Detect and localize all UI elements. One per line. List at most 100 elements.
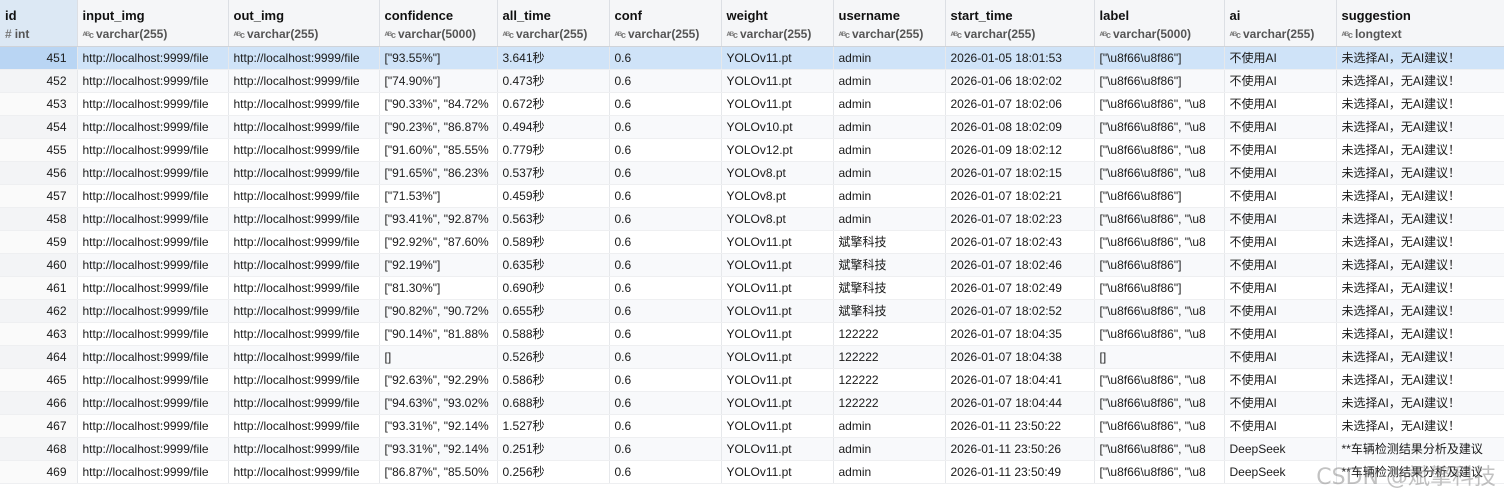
cell-suggestion[interactable]: 未选择AI，无AI建议！ xyxy=(1336,161,1504,185)
cell-confidence[interactable]: ["71.53%"] xyxy=(379,184,498,208)
cell-ai[interactable]: 不使用AI xyxy=(1224,138,1337,162)
cell-ai[interactable]: 不使用AI xyxy=(1224,391,1337,415)
cell-id[interactable]: 468 xyxy=(0,437,78,461)
cell-out-img[interactable]: http://localhost:9999/file xyxy=(228,138,380,162)
cell-conf[interactable]: 0.6 xyxy=(609,161,722,185)
cell-conf[interactable]: 0.6 xyxy=(609,437,722,461)
cell-weight[interactable]: YOLOv8.pt xyxy=(721,161,834,185)
cell-ai[interactable]: DeepSeek xyxy=(1224,460,1337,484)
cell-username[interactable]: admin xyxy=(833,115,946,139)
cell-username[interactable]: 122222 xyxy=(833,322,946,346)
cell-input-img[interactable]: http://localhost:9999/file xyxy=(77,69,229,93)
column-header-all-time[interactable]: all_time ᴬᴮc varchar(255) xyxy=(497,0,610,47)
cell-id[interactable]: 456 xyxy=(0,161,78,185)
cell-all-time[interactable]: 0.672秒 xyxy=(497,92,610,116)
cell-input-img[interactable]: http://localhost:9999/file xyxy=(77,184,229,208)
cell-label[interactable]: ["\u8f66\u8f86", "\u8 xyxy=(1094,368,1225,392)
cell-label[interactable]: ["\u8f66\u8f86"] xyxy=(1094,276,1225,300)
cell-username[interactable]: admin xyxy=(833,437,946,461)
column-header-ai[interactable]: ai ᴬᴮc varchar(255) xyxy=(1224,0,1337,47)
cell-confidence[interactable]: ["90.23%", "86.87% xyxy=(379,115,498,139)
cell-start-time[interactable]: 2026-01-09 18:02:12 xyxy=(945,138,1095,162)
cell-all-time[interactable]: 0.589秒 xyxy=(497,230,610,254)
cell-label[interactable]: ["\u8f66\u8f86"] xyxy=(1094,184,1225,208)
cell-start-time[interactable]: 2026-01-11 23:50:22 xyxy=(945,414,1095,438)
cell-start-time[interactable]: 2026-01-07 18:02:43 xyxy=(945,230,1095,254)
cell-id[interactable]: 465 xyxy=(0,368,78,392)
table-row[interactable]: 454 http://localhost:9999/file http://loca… xyxy=(0,115,1504,139)
cell-suggestion[interactable]: 未选择AI，无AI建议！ xyxy=(1336,391,1504,415)
column-header-out-img[interactable]: out_img ᴬᴮc varchar(255) xyxy=(228,0,380,47)
cell-out-img[interactable]: http://localhost:9999/file xyxy=(228,345,380,369)
cell-weight[interactable]: YOLOv11.pt xyxy=(721,299,834,323)
cell-label[interactable]: ["\u8f66\u8f86", "\u8 xyxy=(1094,230,1225,254)
cell-conf[interactable]: 0.6 xyxy=(609,69,722,93)
table-row[interactable]: 456 http://localhost:9999/file http://loca… xyxy=(0,161,1504,185)
cell-suggestion[interactable]: 未选择AI，无AI建议！ xyxy=(1336,322,1504,346)
cell-confidence[interactable]: ["93.31%", "92.14% xyxy=(379,437,498,461)
cell-username[interactable]: admin xyxy=(833,161,946,185)
table-row[interactable]: 468 http://localhost:9999/file http://loca… xyxy=(0,437,1504,461)
cell-suggestion[interactable]: 未选择AI，无AI建议！ xyxy=(1336,414,1504,438)
cell-label[interactable]: ["\u8f66\u8f86", "\u8 xyxy=(1094,414,1225,438)
cell-weight[interactable]: YOLOv11.pt xyxy=(721,92,834,116)
cell-confidence[interactable]: ["74.90%"] xyxy=(379,69,498,93)
cell-all-time[interactable]: 0.256秒 xyxy=(497,460,610,484)
cell-all-time[interactable]: 0.779秒 xyxy=(497,138,610,162)
cell-weight[interactable]: YOLOv11.pt xyxy=(721,46,834,70)
cell-label[interactable]: ["\u8f66\u8f86", "\u8 xyxy=(1094,138,1225,162)
cell-ai[interactable]: 不使用AI xyxy=(1224,92,1337,116)
cell-ai[interactable]: 不使用AI xyxy=(1224,207,1337,231)
cell-confidence[interactable]: ["93.31%", "92.14% xyxy=(379,414,498,438)
cell-input-img[interactable]: http://localhost:9999/file xyxy=(77,345,229,369)
cell-username[interactable]: admin xyxy=(833,207,946,231)
cell-out-img[interactable]: http://localhost:9999/file xyxy=(228,207,380,231)
cell-id[interactable]: 469 xyxy=(0,460,78,484)
cell-ai[interactable]: 不使用AI xyxy=(1224,414,1337,438)
cell-ai[interactable]: 不使用AI xyxy=(1224,276,1337,300)
cell-start-time[interactable]: 2026-01-06 18:02:02 xyxy=(945,69,1095,93)
cell-suggestion[interactable]: 未选择AI，无AI建议！ xyxy=(1336,138,1504,162)
cell-label[interactable]: [] xyxy=(1094,345,1225,369)
table-row[interactable]: 453 http://localhost:9999/file http://loca… xyxy=(0,92,1504,116)
table-row[interactable]: 459 http://localhost:9999/file http://loca… xyxy=(0,230,1504,254)
cell-out-img[interactable]: http://localhost:9999/file xyxy=(228,230,380,254)
cell-input-img[interactable]: http://localhost:9999/file xyxy=(77,460,229,484)
cell-label[interactable]: ["\u8f66\u8f86"] xyxy=(1094,46,1225,70)
cell-ai[interactable]: DeepSeek xyxy=(1224,437,1337,461)
cell-conf[interactable]: 0.6 xyxy=(609,230,722,254)
cell-ai[interactable]: 不使用AI xyxy=(1224,230,1337,254)
cell-username[interactable]: admin xyxy=(833,92,946,116)
table-row[interactable]: 464 http://localhost:9999/file http://loca… xyxy=(0,345,1504,369)
cell-start-time[interactable]: 2026-01-07 18:02:06 xyxy=(945,92,1095,116)
cell-weight[interactable]: YOLOv11.pt xyxy=(721,437,834,461)
cell-out-img[interactable]: http://localhost:9999/file xyxy=(228,161,380,185)
cell-username[interactable]: admin xyxy=(833,46,946,70)
cell-weight[interactable]: YOLOv11.pt xyxy=(721,460,834,484)
cell-weight[interactable]: YOLOv11.pt xyxy=(721,322,834,346)
cell-id[interactable]: 457 xyxy=(0,184,78,208)
cell-ai[interactable]: 不使用AI xyxy=(1224,184,1337,208)
cell-weight[interactable]: YOLOv11.pt xyxy=(721,345,834,369)
cell-all-time[interactable]: 0.494秒 xyxy=(497,115,610,139)
cell-input-img[interactable]: http://localhost:9999/file xyxy=(77,207,229,231)
cell-all-time[interactable]: 0.655秒 xyxy=(497,299,610,323)
cell-start-time[interactable]: 2026-01-11 23:50:49 xyxy=(945,460,1095,484)
table-row[interactable]: 452 http://localhost:9999/file http://loca… xyxy=(0,69,1504,93)
cell-all-time[interactable]: 0.251秒 xyxy=(497,437,610,461)
cell-username[interactable]: 斌擎科技 xyxy=(833,299,946,323)
cell-out-img[interactable]: http://localhost:9999/file xyxy=(228,184,380,208)
cell-id[interactable]: 455 xyxy=(0,138,78,162)
cell-ai[interactable]: 不使用AI xyxy=(1224,322,1337,346)
cell-confidence[interactable]: ["93.41%", "92.87% xyxy=(379,207,498,231)
cell-start-time[interactable]: 2026-01-07 18:02:52 xyxy=(945,299,1095,323)
table-row[interactable]: 457 http://localhost:9999/file http://loca… xyxy=(0,184,1504,208)
cell-id[interactable]: 461 xyxy=(0,276,78,300)
table-row[interactable]: 462 http://localhost:9999/file http://loca… xyxy=(0,299,1504,323)
cell-confidence[interactable]: ["92.63%", "92.29% xyxy=(379,368,498,392)
cell-input-img[interactable]: http://localhost:9999/file xyxy=(77,368,229,392)
cell-out-img[interactable]: http://localhost:9999/file xyxy=(228,253,380,277)
table-row[interactable]: 455 http://localhost:9999/file http://loca… xyxy=(0,138,1504,162)
cell-input-img[interactable]: http://localhost:9999/file xyxy=(77,437,229,461)
cell-username[interactable]: 122222 xyxy=(833,391,946,415)
